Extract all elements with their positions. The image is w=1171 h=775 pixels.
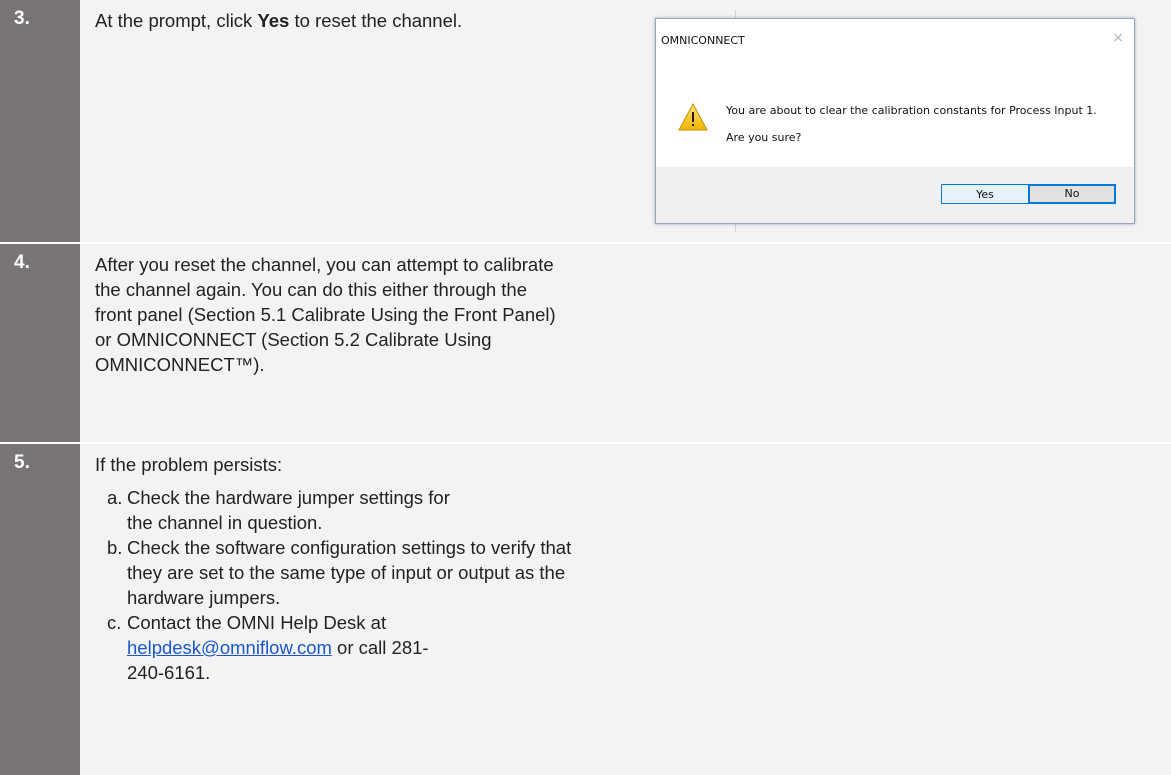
step-row-4: 4. After you reset the channel, you can … — [0, 244, 1171, 442]
list-marker: a. — [107, 487, 123, 508]
step-number: 4. — [14, 252, 30, 273]
sub-step-list: a. Check the hardware jumper settings fo… — [95, 485, 571, 685]
step-text-part: At the prompt, click — [95, 10, 258, 31]
dialog-message: You are about to clear the calibration c… — [726, 104, 1097, 117]
no-button[interactable]: No — [1028, 184, 1116, 204]
step-text-part: to reset the channel. — [289, 10, 463, 31]
step-text: At the prompt, click Yes to reset the ch… — [95, 8, 535, 33]
list-item: a. Check the hardware jumper settings fo… — [95, 485, 457, 535]
step-number-cell: 3. — [0, 0, 80, 242]
confirm-dialog: OMNICONNECT × You are about to clear the… — [655, 18, 1135, 224]
dialog-title: OMNICONNECT — [661, 34, 745, 47]
step-text: After you reset the channel, you can att… — [95, 254, 556, 375]
step-number-cell: 5. — [0, 444, 80, 775]
list-item: b. Check the software configuration sett… — [95, 535, 577, 610]
dialog-question: Are you sure? — [726, 131, 802, 144]
step-intro: If the problem persists: — [95, 454, 283, 475]
yes-button[interactable]: Yes — [941, 184, 1029, 204]
list-item-text: Check the hardware jumper settings for t… — [127, 487, 450, 533]
dialog-screenshot: OMNICONNECT × You are about to clear the… — [655, 18, 1135, 224]
list-marker: c. — [107, 612, 122, 633]
step-text-bold: Yes — [257, 10, 290, 31]
step-row-3: 3. At the prompt, click Yes to reset the… — [0, 0, 1171, 242]
step-number: 3. — [14, 8, 30, 29]
list-item-text-part: Contact the OMNI Help Desk at — [127, 612, 387, 633]
close-icon[interactable]: × — [1112, 30, 1124, 46]
dialog-button-bar: Yes No — [656, 167, 1134, 223]
warning-icon — [678, 103, 708, 131]
list-item: c. Contact the OMNI Help Desk at helpdes… — [95, 610, 457, 685]
step-number-cell: 4. — [0, 244, 80, 442]
step-number: 5. — [14, 452, 30, 473]
list-item-text: Check the software configuration setting… — [127, 537, 572, 608]
step-text: If the problem persists: a. Check the ha… — [95, 452, 571, 685]
list-marker: b. — [107, 537, 123, 558]
helpdesk-email-link[interactable]: helpdesk@omniflow.com — [127, 637, 332, 658]
step-content-cell: If the problem persists: a. Check the ha… — [80, 444, 1171, 775]
step-content-cell: After you reset the channel, you can att… — [80, 244, 1171, 442]
step-row-5: 5. If the problem persists: a. Check the… — [0, 444, 1171, 775]
